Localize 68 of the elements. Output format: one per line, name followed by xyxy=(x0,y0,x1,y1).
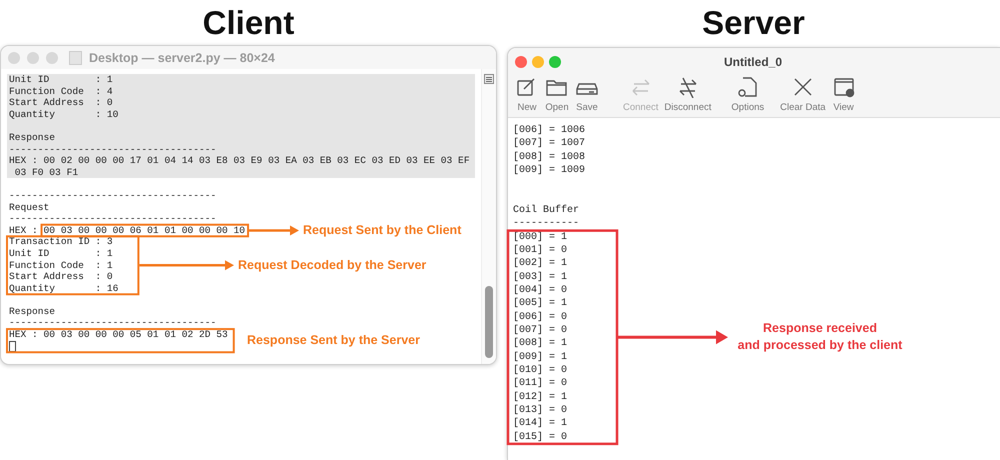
arrow xyxy=(249,226,299,236)
output-line: ----------- xyxy=(513,218,580,230)
toolbar-button[interactable]: New xyxy=(512,76,542,113)
terminal-line: HEX : 00 02 00 00 00 17 01 04 14 03 E8 03 E9 03 EA 03 EB 03 EC 03 ED 03 EE 03 EF xyxy=(9,155,470,166)
output-line: [004] = 0 xyxy=(513,284,568,296)
output-line: [002] = 1 xyxy=(513,258,568,270)
output-line: [014] = 1 xyxy=(513,418,568,430)
output-line: [006] = 0 xyxy=(513,312,568,323)
output-line: [010] = 0 xyxy=(513,364,568,376)
output-line: [008] = 1008 xyxy=(513,152,586,163)
minimize-button[interactable] xyxy=(532,56,544,68)
output-line: [009] = 1 xyxy=(513,352,568,363)
output-line: [013] = 0 xyxy=(513,404,568,416)
close-button[interactable] xyxy=(515,56,527,68)
annotation-label: Response Sent by the Server xyxy=(247,332,420,350)
output-line: [003] = 1 xyxy=(513,272,568,283)
output-line: [008] = 1 xyxy=(513,338,568,350)
toolbar-button[interactable]: Clear Data xyxy=(777,76,829,113)
output-line: [005] = 1 xyxy=(513,298,568,310)
terminal-line: Start Address : 0 xyxy=(9,271,113,282)
output-line: [012] = 1 xyxy=(513,392,568,403)
output-line: [009] = 1009 xyxy=(513,164,586,176)
scrollbar-thumb[interactable] xyxy=(485,286,493,358)
window-title: Untitled_0 xyxy=(722,55,783,69)
terminal-line: HEX : 00 03 00 00 00 05 01 01 02 2D 53 xyxy=(9,329,228,340)
annotation-label: Request Decoded by the Server xyxy=(238,256,426,274)
output-line: [007] = 1007 xyxy=(513,138,586,150)
terminal-line: HEX : 00 03 00 00 00 06 01 01 00 00 00 10 xyxy=(9,224,246,236)
terminal-line: Unit ID : 1 xyxy=(9,248,113,259)
window-title: Desktop — server2.py — 80×24 xyxy=(89,50,275,64)
terminal-line: Quantity : 16 xyxy=(9,282,118,294)
terminal-line: Start Address : 0 xyxy=(9,97,113,108)
server-heading: Server xyxy=(701,3,806,43)
terminal-line: ------------------------------------ xyxy=(9,144,216,155)
terminal-line: ------------------------------------ xyxy=(9,190,216,201)
document-icon xyxy=(69,50,82,64)
window-icon xyxy=(832,76,856,98)
toolbar-button[interactable]: Disconnect xyxy=(661,76,714,113)
terminal-line: Unit ID : 1 xyxy=(9,74,113,85)
output-line: Coil Buffer xyxy=(513,204,580,216)
client-heading: Client xyxy=(202,3,296,43)
output-line: [006] = 1006 xyxy=(513,125,586,136)
terminal-line: Transaction ID : 3 xyxy=(9,236,113,248)
output-line: [007] = 0 xyxy=(513,324,568,336)
output-line: [001] = 0 xyxy=(513,244,568,256)
output-line: [015] = 0 xyxy=(513,432,568,443)
terminal-line: Function Code : 4 xyxy=(9,86,113,97)
toolbar-button[interactable]: View xyxy=(828,76,859,113)
terminal-line: Quantity : 10 xyxy=(9,108,118,120)
annotation-label: Response received and processed by the client xyxy=(738,320,902,354)
output-line: [011] = 0 xyxy=(513,378,568,390)
toolbar-button[interactable]: Save xyxy=(572,76,602,113)
minimize-button[interactable] xyxy=(27,52,39,64)
terminal-line: Response xyxy=(9,132,56,143)
toolbar-button[interactable]: Options xyxy=(728,76,768,113)
menu-icon[interactable] xyxy=(484,74,494,84)
terminal-line: ------------------------------------ xyxy=(9,317,216,328)
terminal-line: ------------------------------------ xyxy=(9,213,216,224)
output-line: [000] = 1 xyxy=(513,232,568,243)
terminal-line: Request xyxy=(9,202,50,213)
toolbar-button[interactable]: Open xyxy=(542,76,572,113)
terminal-line: Function Code : 1 xyxy=(9,260,113,270)
close-button[interactable] xyxy=(8,52,20,64)
annotation-label: Request Sent by the Client xyxy=(303,222,462,240)
zoom-button[interactable] xyxy=(549,56,561,68)
terminal-line: 03 F0 03 F1 xyxy=(14,166,78,178)
terminal-line: Response xyxy=(9,306,56,317)
zoom-button[interactable] xyxy=(46,52,58,64)
